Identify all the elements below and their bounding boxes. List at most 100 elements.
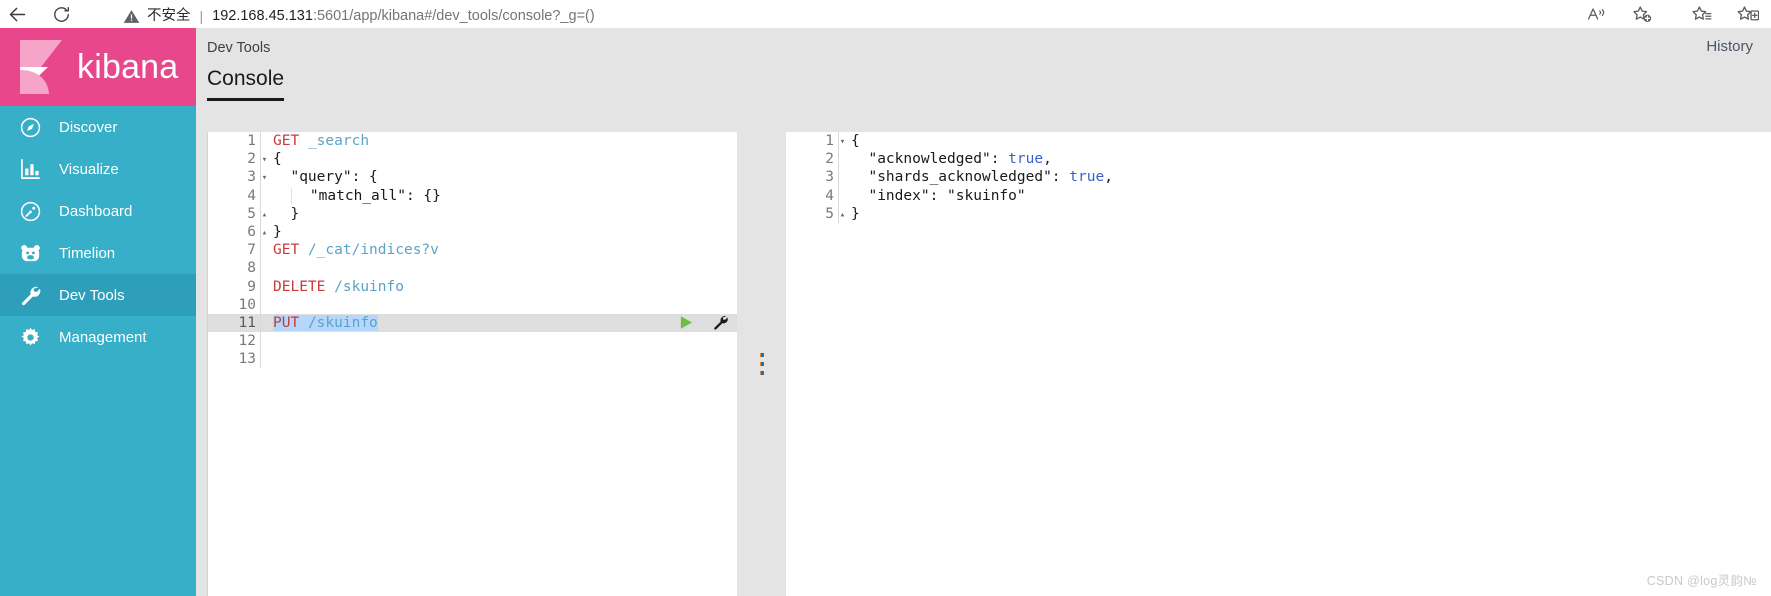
line-number: 6 ▴: [208, 223, 267, 241]
editor-line[interactable]: 3 ▾ "query": {: [208, 168, 737, 187]
back-button[interactable]: [0, 0, 34, 28]
line-text: "index": "skuinfo": [868, 187, 1026, 204]
editor-line[interactable]: 12: [208, 332, 737, 351]
fold-marker-close[interactable]: ▴: [260, 206, 269, 224]
url-path: :5601/app/kibana#/dev_tools/console?_g=(…: [312, 8, 595, 24]
favorites-list-button[interactable]: [1679, 0, 1725, 28]
line-text: GET /_cat/indices?v: [273, 242, 439, 259]
sidebar-item-label: Timelion: [59, 244, 116, 262]
sidebar-item-label: Discover: [59, 118, 118, 136]
line-text: "query": {: [273, 169, 378, 186]
line-text: GET _search: [273, 133, 370, 149]
editor-line[interactable]: 1 GET _search: [208, 132, 737, 151]
bar-chart-icon: [18, 157, 43, 182]
line-number: 8: [247, 260, 256, 277]
breadcrumb: Dev Tools: [207, 40, 271, 56]
gutter-divider: [838, 168, 847, 187]
address-bar[interactable]: 不安全 | 192.168.45.131:5601/app/kibana#/de…: [107, 0, 1495, 28]
editor-line[interactable]: 8: [208, 259, 737, 278]
sidebar-item-timelion[interactable]: Timelion: [0, 232, 196, 274]
reload-button[interactable]: [44, 0, 78, 28]
fold-marker-open[interactable]: ▾: [260, 151, 269, 169]
response-code: 1 ▾ { 2 "acknowledged": true, 3 "shards_a…: [786, 132, 1771, 223]
add-to-favorites-button[interactable]: [1619, 0, 1665, 28]
line-text: }: [851, 205, 860, 222]
gutter-divider: [260, 295, 269, 314]
line-text: {: [273, 151, 282, 168]
response-viewer[interactable]: 1 ▾ { 2 "acknowledged": true, 3 "shards_a…: [786, 132, 1771, 596]
content-header: Dev Tools History Console: [196, 28, 1771, 108]
arrow-left-icon: [9, 7, 25, 21]
editor-line[interactable]: 9 DELETE /skuinfo: [208, 277, 737, 296]
request-editor-code[interactable]: 1 GET _search 2 ▾ { 3 ▾ "query": {4 "ma…: [208, 132, 737, 369]
gear-icon: [18, 325, 43, 350]
line-text: {: [851, 133, 860, 149]
global-nav-sidebar: kibana Discover Visualize Dashboard Time…: [0, 28, 196, 596]
omnibox-separator: |: [199, 8, 204, 24]
line-number: 3: [825, 169, 834, 186]
security-status-label: 不安全: [147, 8, 191, 24]
line-number: 4: [247, 187, 256, 204]
line-number: 9: [247, 278, 256, 295]
play-triangle-icon[interactable]: [679, 315, 694, 330]
grip-dot: [759, 353, 764, 357]
editor-line-active[interactable]: 11 PUT /skuinfo: [208, 313, 737, 333]
fold-marker-open[interactable]: ▾: [838, 133, 847, 151]
wrench-settings-icon[interactable]: [712, 314, 729, 331]
sidebar-item-dashboard[interactable]: Dashboard: [0, 190, 196, 232]
line-number: 2 ▾: [208, 150, 267, 168]
read-aloud-button[interactable]: [1573, 0, 1619, 28]
tab-console[interactable]: Console: [207, 67, 285, 101]
sidebar-item-label: Visualize: [59, 160, 119, 178]
bear-icon: [18, 241, 43, 266]
gear-glyph: [21, 327, 40, 346]
wrench-glyph: [21, 286, 41, 305]
browser-action-buttons: [1573, 0, 1771, 28]
request-editor[interactable]: 1 GET _search 2 ▾ { 3 ▾ "query": {4 "ma…: [207, 132, 737, 596]
gutter-divider: [838, 186, 847, 205]
grip-dot: [759, 362, 764, 366]
add-favorite-icon: [1633, 5, 1652, 22]
line-text: [269, 332, 737, 350]
line-text: }: [273, 223, 282, 240]
browser-toolbar: 不安全 | 192.168.45.131:5601/app/kibana#/de…: [0, 0, 1771, 28]
drag-grip-dots: [759, 353, 764, 375]
line-text: DELETE /skuinfo: [273, 278, 404, 295]
gauge-icon: [18, 199, 43, 224]
favorites-icon: [1692, 5, 1712, 20]
editor-line[interactable]: 10: [208, 295, 737, 314]
sidebar-item-dev-tools[interactable]: Dev Tools: [0, 274, 196, 316]
fold-marker-close[interactable]: ▴: [260, 224, 269, 242]
sidebar-item-label: Dashboard: [59, 202, 133, 220]
line-text: "shards_acknowledged": true,: [868, 169, 1113, 186]
sidebar-item-management[interactable]: Management: [0, 316, 196, 358]
collections-icon: [1737, 5, 1759, 20]
editor-line[interactable]: 7 GET /_cat/indices?v: [208, 241, 737, 260]
editor-line[interactable]: 6 ▴ }: [208, 222, 737, 242]
editor-line[interactable]: 13: [208, 350, 737, 369]
line-number: 1 ▾: [786, 132, 845, 150]
editor-line[interactable]: 2 ▾ {: [208, 150, 737, 169]
line-number: 13: [238, 351, 256, 368]
sidebar-item-discover[interactable]: Discover: [0, 106, 196, 148]
gutter-divider: [260, 350, 269, 369]
fold-marker-close[interactable]: ▴: [838, 206, 847, 224]
fold-marker-open[interactable]: ▾: [260, 169, 269, 187]
sidebar-item-label: Dev Tools: [59, 286, 125, 304]
history-link[interactable]: History: [1706, 38, 1753, 55]
not-secure-warning-icon: [123, 10, 140, 23]
wrench-icon: [18, 283, 43, 308]
sidebar-item-visualize[interactable]: Visualize: [0, 148, 196, 190]
grip-dot: [759, 371, 764, 375]
pane-drag-handle[interactable]: [737, 132, 786, 596]
response-line: 4 "index": "skuinfo": [786, 186, 1771, 205]
editor-line[interactable]: 4 "match_all": {}: [208, 186, 737, 205]
gutter-divider: [260, 313, 269, 333]
console-tabs: Console: [207, 67, 285, 101]
gutter-divider: [260, 332, 269, 351]
watermark: CSDN @log灵韵№: [1646, 574, 1757, 588]
editor-line[interactable]: 5 ▴ }: [208, 204, 737, 223]
line-number: 5 ▴: [208, 205, 267, 223]
kibana-logo[interactable]: kibana: [0, 28, 196, 106]
collections-button[interactable]: [1725, 0, 1771, 28]
